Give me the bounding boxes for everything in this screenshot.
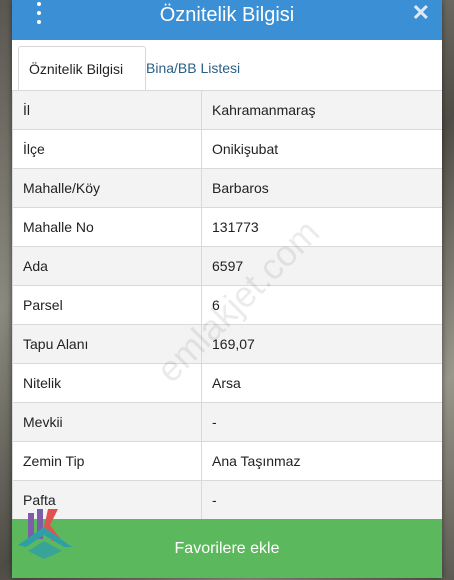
dialog-header: Öznitelik Bilgisi ✕ xyxy=(12,0,442,40)
attribute-key: İl xyxy=(12,91,202,129)
attribute-value: Ana Taşınmaz xyxy=(212,453,301,469)
attribute-key: İlçe xyxy=(12,130,202,168)
attribute-key: Mevkii xyxy=(12,403,202,441)
attribute-value: Arsa xyxy=(212,375,241,391)
attribute-value: 169,07 xyxy=(212,336,255,352)
attribute-value: Onikişubat xyxy=(212,141,279,157)
attribute-value: 6597 xyxy=(212,258,244,274)
attribute-key: Mahalle/Köy xyxy=(12,169,202,207)
table-row: Nitelik Arsa xyxy=(12,364,442,403)
table-row: Parsel 6 xyxy=(12,286,442,325)
attribute-info-dialog: Öznitelik Bilgisi ✕ Öznitelik Bilgisi Bi… xyxy=(12,0,442,578)
close-icon[interactable]: ✕ xyxy=(412,0,430,28)
attribute-key: Mahalle No xyxy=(12,208,202,246)
tab-attribute-info[interactable]: Öznitelik Bilgisi xyxy=(18,46,146,91)
attribute-value: Barbaros xyxy=(212,180,269,196)
attribute-key: Tapu Alanı xyxy=(12,325,202,363)
table-row: Mahalle/Köy Barbaros xyxy=(12,169,442,208)
attribute-value: Kahramanmaraş xyxy=(212,102,316,118)
attribute-key: Parsel xyxy=(12,286,202,324)
attribute-table: İl Kahramanmaraş İlçe Onikişubat Mahalle… xyxy=(12,90,442,520)
table-row: İlçe Onikişubat xyxy=(12,130,442,169)
table-row: Mahalle No 131773 xyxy=(12,208,442,247)
tab-bar: Öznitelik Bilgisi Bina/BB Listesi xyxy=(12,40,442,91)
attribute-value: - xyxy=(212,414,217,430)
attribute-key: Ada xyxy=(12,247,202,285)
attribute-value: 6 xyxy=(212,297,220,313)
table-row: Ada 6597 xyxy=(12,247,442,286)
attribute-key: Zemin Tip xyxy=(12,442,202,480)
table-row: Zemin Tip Ana Taşınmaz xyxy=(12,442,442,481)
attribute-value: 131773 xyxy=(212,219,259,235)
dialog-title: Öznitelik Bilgisi xyxy=(159,4,295,26)
attribute-value: - xyxy=(212,492,217,508)
tab-building-list[interactable]: Bina/BB Listesi xyxy=(136,46,250,90)
emlakjet-logo-icon xyxy=(18,509,72,559)
table-row: İl Kahramanmaraş xyxy=(12,91,442,130)
attribute-key: Nitelik xyxy=(12,364,202,402)
table-row: Mevkii - xyxy=(12,403,442,442)
table-row: Tapu Alanı 169,07 xyxy=(12,325,442,364)
